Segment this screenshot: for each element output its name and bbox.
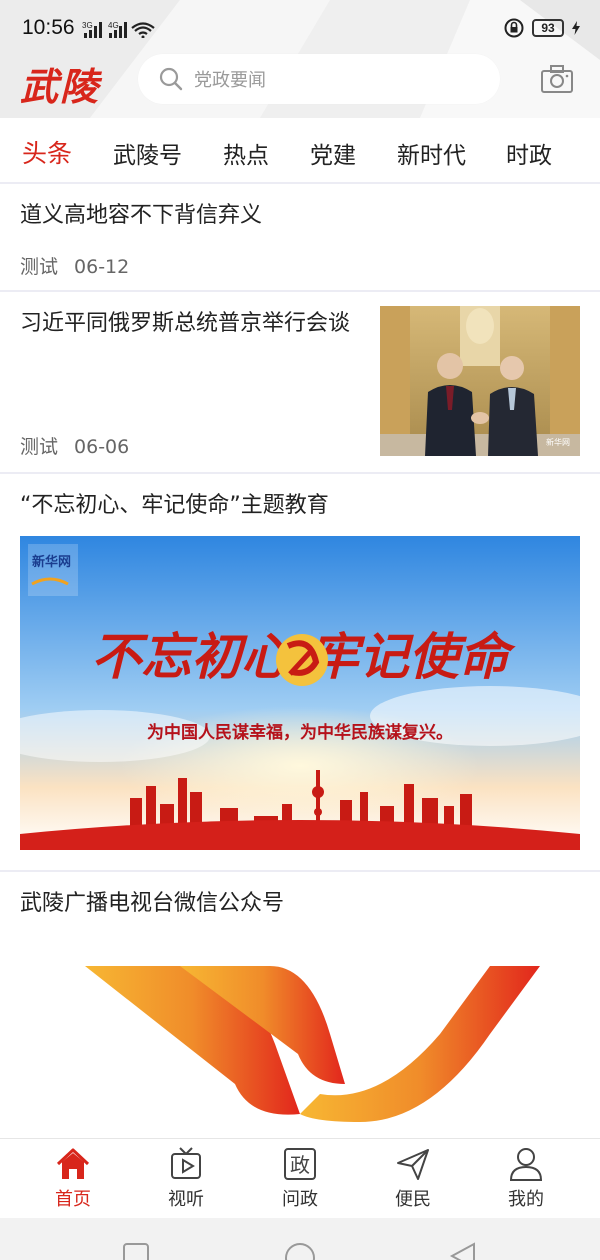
nav-label: 便民 [395,1189,431,1210]
news-source: 测试 [20,256,59,278]
search-icon [159,67,183,91]
search-bar[interactable]: 党政要闻 [138,54,500,104]
news-title: “不忘初心、牢记使命”主题教育 [20,493,329,518]
nav-inquiry[interactable]: 政 问政 [260,1145,340,1211]
category-tabs: 头条 武陵号 热点 党建 新时代 时政 [0,118,600,184]
tab-hot[interactable]: 热点 [223,136,269,170]
nav-label: 视听 [168,1189,204,1210]
zheng-icon-text: 政 [290,1153,310,1177]
status-time: 10:56 [22,16,75,39]
news-item[interactable]: “不忘初心、牢记使命”主题教育 新华网 不忘初心 牢记使命 为中国人民谋幸福，为… [0,474,600,872]
nav-home[interactable]: 首页 [33,1145,113,1211]
news-banner [20,934,580,1138]
banner-slogan: 为中国人民谋幸福，为中华民族谋复兴。 [147,722,453,743]
tab-wuling-hao[interactable]: 武陵号 [113,136,182,170]
tab-party-building[interactable]: 党建 [310,136,356,170]
news-meta: 测试 06-06 [20,432,129,459]
recent-apps-icon[interactable] [123,1243,149,1260]
thumb-watermark: 新华网 [546,437,570,447]
tab-politics[interactable]: 时政 [506,136,552,170]
camera-icon[interactable] [540,64,574,94]
system-navigation-bar [0,1218,600,1260]
news-item[interactable]: 道义高地容不下背信弃义 测试 06-12 [0,184,600,292]
news-thumbnail: 新华网 [380,306,580,456]
tab-new-era[interactable]: 新时代 [397,136,466,170]
signal-icon: 3G 4G [82,21,155,38]
nav-audio-video[interactable]: 视听 [146,1145,226,1211]
zheng-icon: 政 [284,1148,316,1180]
news-title: 习近平同俄罗斯总统普京举行会谈 [20,311,351,336]
news-title: 武陵广播电视台微信公众号 [20,891,285,916]
news-title: 道义高地容不下背信弃义 [20,203,263,228]
banner-logo: 新华网 [32,554,71,570]
nav-label: 问政 [282,1189,318,1210]
search-placeholder: 党政要闻 [194,70,266,91]
news-source: 测试 [20,436,59,458]
tab-headlines[interactable]: 头条 [22,134,72,170]
network-2-label: 4G [108,21,119,30]
news-date: 06-12 [74,256,130,278]
nav-label: 首页 [55,1189,91,1210]
news-item[interactable]: 武陵广播电视台微信公众号 [0,872,600,1138]
lock-rotation-icon [504,18,524,38]
network-1-label: 3G [82,21,93,30]
nav-label: 我的 [508,1189,544,1210]
back-icon[interactable] [449,1242,475,1260]
home-icon [56,1148,90,1179]
charging-icon [572,21,580,35]
news-banner: 新华网 不忘初心 牢记使命 为中国人民谋幸福，为中华民族谋复兴。 [20,536,580,850]
user-icon [509,1148,543,1181]
nav-profile[interactable]: 我的 [486,1145,566,1211]
app-logo[interactable]: 武陵 [20,56,100,111]
news-item[interactable]: 习近平同俄罗斯总统普京举行会谈 测试 06-06 新华网 [0,292,600,474]
battery-indicator: 93 [532,19,564,37]
send-icon [397,1149,429,1180]
home-button-icon[interactable] [285,1243,315,1260]
bottom-navigation: 首页 视听 政 问政 便民 我的 [0,1138,600,1218]
news-date: 06-06 [74,436,130,458]
status-bar: 10:56 3G 4G 93 [0,0,600,56]
status-right: 93 [504,18,580,38]
news-meta: 测试 06-12 [20,252,129,279]
tv-icon [171,1147,201,1179]
nav-services[interactable]: 便民 [373,1145,453,1211]
